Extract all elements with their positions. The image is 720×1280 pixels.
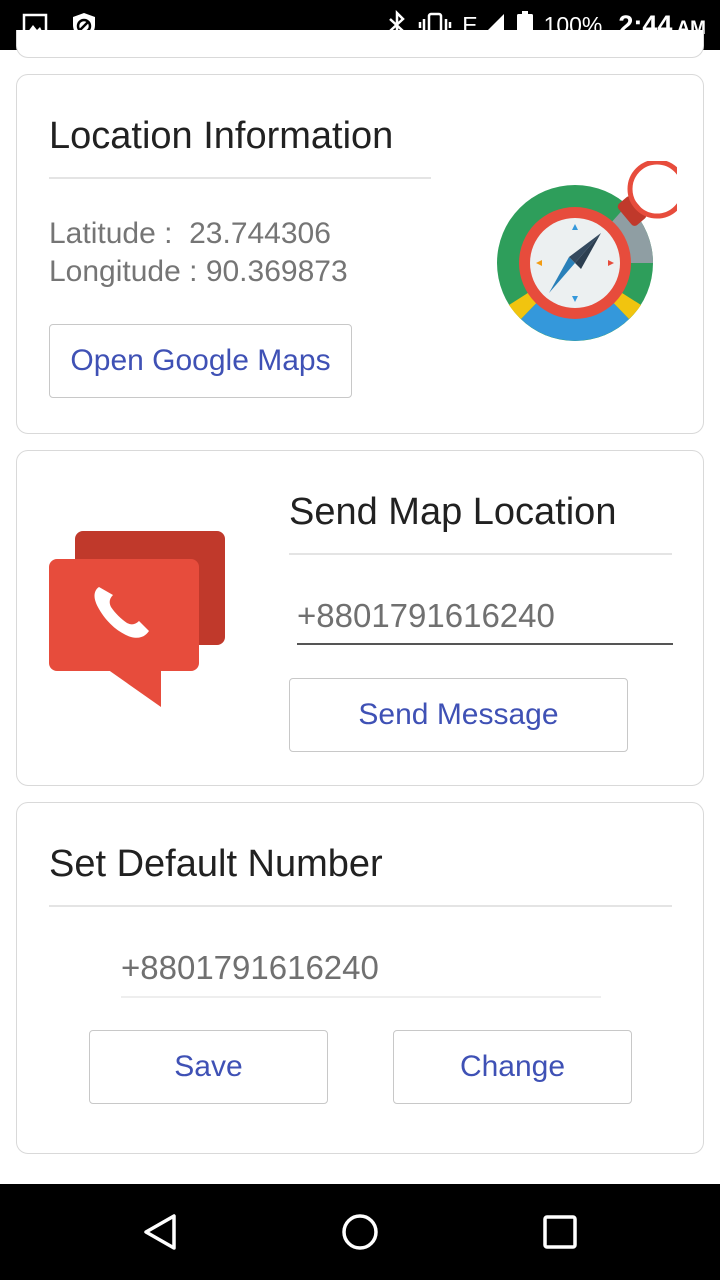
compass-icon: [497, 161, 677, 341]
longitude-label: Longitude :: [49, 255, 198, 288]
location-divider: [49, 177, 431, 179]
location-card: Location Information Latitude : 23.74430…: [16, 74, 704, 434]
default-phone-input[interactable]: +8801791616240: [121, 949, 379, 987]
navigation-bar: [0, 1184, 720, 1280]
latitude-value: 23.744306: [189, 217, 331, 250]
send-card-title: Send Map Location: [289, 491, 617, 533]
longitude-value: 90.369873: [205, 255, 348, 288]
send-divider: [289, 553, 672, 555]
latitude-label: Latitude :: [49, 217, 173, 250]
open-google-maps-button[interactable]: Open Google Maps: [49, 324, 352, 398]
default-divider: [49, 905, 672, 907]
default-phone-underline: [121, 996, 601, 998]
send-phone-underline: [297, 643, 673, 645]
longitude-row: Longitude : 90.369873: [49, 255, 348, 289]
send-phone-input[interactable]: +8801791616240: [297, 597, 555, 635]
chat-phone-icon: [49, 531, 225, 707]
latitude-row: Latitude : 23.744306: [49, 217, 331, 251]
save-button[interactable]: Save: [89, 1030, 328, 1104]
send-message-button[interactable]: Send Message: [289, 678, 628, 752]
home-icon[interactable]: [340, 1212, 380, 1252]
default-number-card: Set Default Number +8801791616240 Save C…: [16, 802, 704, 1154]
recents-icon[interactable]: [540, 1212, 580, 1252]
send-location-card: Send Map Location +8801791616240 Send Me…: [16, 450, 704, 786]
previous-card: [16, 30, 704, 58]
back-icon[interactable]: [140, 1212, 180, 1252]
location-card-title: Location Information: [49, 115, 394, 157]
default-card-title: Set Default Number: [49, 843, 383, 885]
change-button[interactable]: Change: [393, 1030, 632, 1104]
